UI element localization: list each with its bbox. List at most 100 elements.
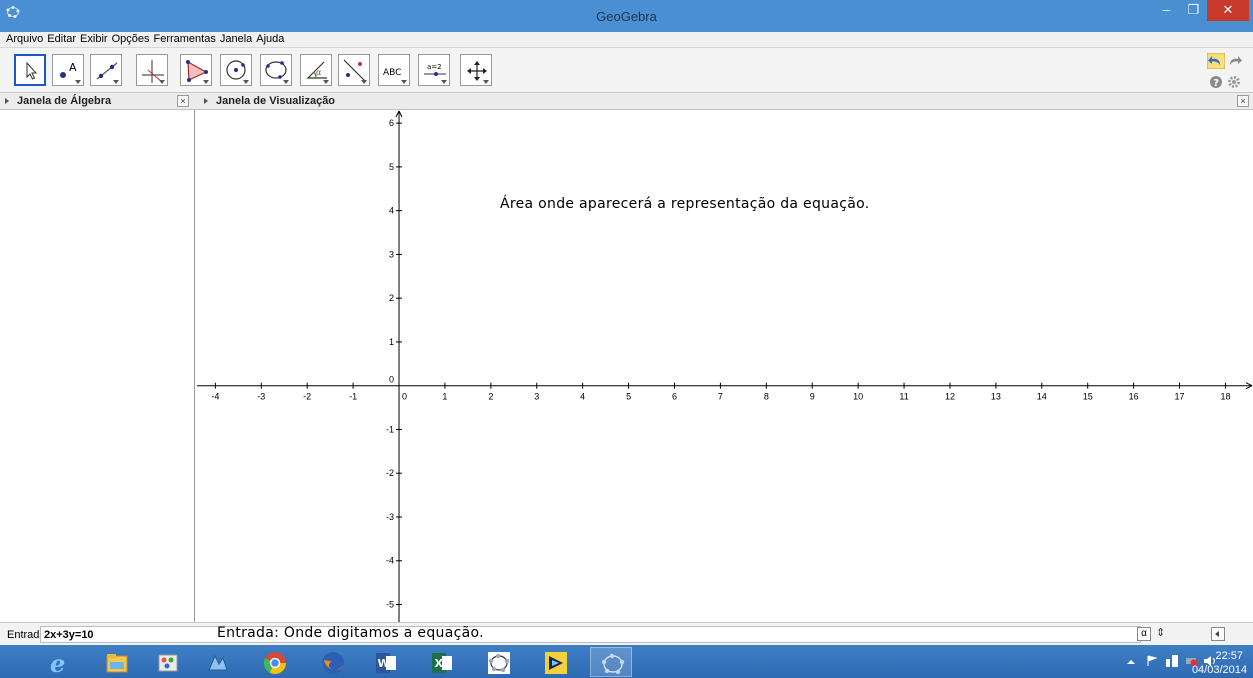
y-tick-label: -5 [386,599,394,609]
clock-date[interactable]: 04/03/2014 [1192,664,1247,676]
file-explorer-icon [106,654,128,673]
show-hidden-icons-icon[interactable] [1126,657,1136,667]
y-tick-label: 6 [389,118,394,128]
minimize-button[interactable]: – [1153,0,1180,21]
conic-tool[interactable] [260,54,292,86]
input-field[interactable] [40,626,1141,643]
menu-opcoes[interactable]: Opções [110,32,152,47]
paint-icon [158,654,178,672]
x-tick-label: 3 [534,392,539,402]
graphics-annotation: Área onde aparecerá a representação da e… [500,195,869,212]
undo-redo-group: ? [1207,51,1243,91]
input-bar: Entrada: Entrada: Onde digitamos a equaç… [0,622,1253,645]
y-tick-label: -4 [386,556,394,566]
taskbar-firefox[interactable] [311,647,353,677]
alpha-symbol-button[interactable]: α [1137,627,1151,641]
point-tool[interactable]: A [52,54,84,86]
algebra-panel-title: Janela de Álgebra [17,95,112,107]
gear-icon[interactable] [1227,75,1241,89]
slider-tool[interactable]: a=2 [418,54,450,86]
undo-icon[interactable] [1207,53,1225,69]
app-icon-2 [545,652,567,674]
geogebra-active-icon [601,653,625,675]
taskbar-excel[interactable]: X [420,647,462,677]
x-tick-label: 15 [1083,392,1093,402]
move-graphics-view-tool[interactable] [460,54,492,86]
internet-explorer-icon: e [50,650,65,676]
x-tick-label: 7 [718,392,723,402]
x-tick-label: 4 [580,392,585,402]
taskbar-app-2[interactable] [534,647,576,677]
taskbar-paint[interactable] [146,647,188,677]
x-tick-label: -1 [349,392,357,402]
taskbar-file-explorer[interactable] [95,647,137,677]
origin-label: 0 [389,375,394,385]
input-help-toggle-button[interactable] [1211,627,1225,641]
close-button[interactable]: ✕ [1207,0,1249,21]
text-tool[interactable]: ABC [378,54,410,86]
x-tick-label: 11 [899,392,908,402]
menu-exibir[interactable]: Exibir [78,32,110,47]
x-tick-label: 13 [991,392,1001,402]
polygon-tool[interactable] [180,54,212,86]
taskbar-app[interactable] [196,647,238,677]
clock-time[interactable]: 22:57 [1215,650,1243,662]
help-icon[interactable]: ? [1209,75,1223,89]
algebra-view[interactable] [0,110,195,622]
slider-tool-label: a=2 [427,63,442,71]
graphics-panel-close-button[interactable]: × [1237,95,1249,107]
panel-headers: Janela de Álgebra × Janela de Visualizaç… [0,93,1253,110]
x-tick-label: 6 [672,392,677,402]
x-tick-label: 8 [764,392,769,402]
reflect-tool[interactable] [338,54,370,86]
taskbar-geogebra[interactable] [477,647,519,677]
taskbar-internet-explorer[interactable]: e [38,647,80,677]
graphics-view[interactable]: -4 -3 -2 -1 0 1 2 3 4 5 6 7 8 9 10 11 12 13 14 15 16 17 18 -5 -4… [197,110,1253,622]
menu-editar[interactable]: Editar [45,32,78,47]
svg-text:α: α [316,68,321,77]
menu-arquivo[interactable]: Arquivo [0,32,45,47]
x-tick-label: 9 [810,392,815,402]
algebra-panel-close-button[interactable]: × [177,95,189,107]
angle-tool[interactable]: α [300,54,332,86]
x-tick-label: -3 [257,392,265,402]
x-tick-label: 5 [626,392,631,402]
arrow-cursor-icon [26,61,38,80]
system-tray: 22:57 04/03/2014 [1059,647,1249,677]
x-tick-label: -4 [211,392,219,402]
taskbar-geogebra-active[interactable] [590,647,632,677]
input-history-button[interactable]: ⇕ [1156,626,1165,639]
word-icon: W [376,653,396,673]
input-annotation: Entrada: Onde digitamos a equação. [217,625,484,641]
firefox-icon [322,652,344,674]
coordinate-plane[interactable]: -4 -3 -2 -1 0 1 2 3 4 5 6 7 8 9 10 11 12 13 14 15 16 17 18-5-4… [197,110,1253,622]
line-tool[interactable] [90,54,122,86]
move-tool[interactable] [14,54,46,86]
toolbar: A α ABC a=2 ? [0,48,1253,93]
chrome-icon [263,652,286,674]
taskbar-word[interactable]: W [364,647,406,677]
geogebra-icon [488,652,510,674]
menu-janela[interactable]: Janela [218,32,254,47]
app-icon [208,654,228,671]
algebra-panel-expand-icon[interactable] [5,98,9,104]
svg-text:W: W [378,657,390,670]
title-bar: GeoGebra – ❐ ✕ [0,0,1253,32]
y-tick-label: -1 [386,424,394,434]
x-tick-label: 1 [442,392,447,402]
x-tick-label: 10 [853,392,863,402]
y-tick-label: 2 [389,293,394,303]
action-center-flag-icon[interactable] [1146,655,1158,667]
menu-ajuda[interactable]: Ajuda [254,32,286,47]
maximize-button[interactable]: ❐ [1180,0,1207,21]
network-icon[interactable] [1165,654,1179,668]
redo-icon[interactable] [1227,53,1243,69]
menu-ferramentas[interactable]: Ferramentas [151,32,217,47]
graphics-panel-expand-icon[interactable] [204,98,208,104]
svg-text:?: ? [1213,78,1219,89]
x-tick-label: 12 [945,392,955,402]
y-tick-label: -3 [386,512,394,522]
circle-tool[interactable] [220,54,252,86]
taskbar-chrome[interactable] [253,647,295,677]
perpendicular-line-tool[interactable] [136,54,168,86]
